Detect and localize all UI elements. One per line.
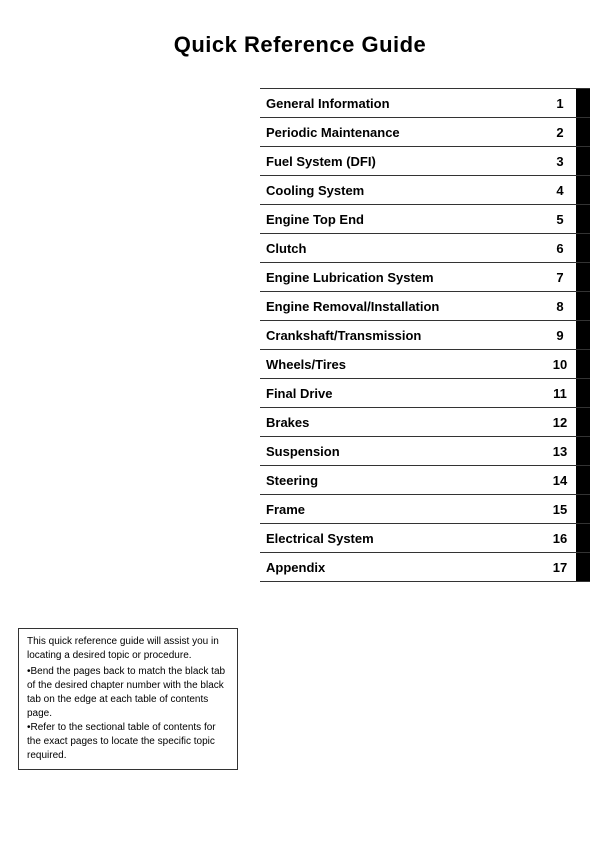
- note-box: This quick reference guide will assist y…: [18, 628, 238, 770]
- toc-number: 15: [548, 502, 576, 517]
- toc-number: 5: [548, 212, 576, 227]
- toc-number: 4: [548, 183, 576, 198]
- toc-row[interactable]: Engine Removal/Installation8: [260, 291, 590, 320]
- toc-tab: [576, 408, 590, 436]
- toc-tab: [576, 89, 590, 117]
- toc-number: 1: [548, 96, 576, 111]
- toc-row[interactable]: General Information1: [260, 88, 590, 117]
- toc-number: 9: [548, 328, 576, 343]
- toc-number: 16: [548, 531, 576, 546]
- toc-tab: [576, 176, 590, 204]
- toc-label: Steering: [260, 469, 548, 492]
- toc-label: Brakes: [260, 411, 548, 434]
- toc-tab: [576, 292, 590, 320]
- toc-label: Final Drive: [260, 382, 548, 405]
- toc-label: Engine Top End: [260, 208, 548, 231]
- toc-label: Frame: [260, 498, 548, 521]
- toc-number: 14: [548, 473, 576, 488]
- toc-label: General Information: [260, 92, 548, 115]
- toc-row[interactable]: Cooling System4: [260, 175, 590, 204]
- toc-tab: [576, 553, 590, 581]
- toc-container: General Information1Periodic Maintenance…: [260, 88, 590, 582]
- toc-row[interactable]: Wheels/Tires10: [260, 349, 590, 378]
- toc-label: Electrical System: [260, 527, 548, 550]
- toc-label: Engine Lubrication System: [260, 266, 548, 289]
- toc-row[interactable]: Engine Top End5: [260, 204, 590, 233]
- toc-row[interactable]: Final Drive11: [260, 378, 590, 407]
- toc-number: 13: [548, 444, 576, 459]
- toc-tab: [576, 234, 590, 262]
- toc-tab: [576, 263, 590, 291]
- toc-number: 17: [548, 560, 576, 575]
- toc-row[interactable]: Steering14: [260, 465, 590, 494]
- toc-row[interactable]: Appendix17: [260, 552, 590, 582]
- toc-tab: [576, 118, 590, 146]
- toc-row[interactable]: Suspension13: [260, 436, 590, 465]
- toc-tab: [576, 379, 590, 407]
- toc-row[interactable]: Crankshaft/Transmission9: [260, 320, 590, 349]
- toc-number: 3: [548, 154, 576, 169]
- toc-tab: [576, 524, 590, 552]
- toc-tab: [576, 321, 590, 349]
- toc-tab: [576, 205, 590, 233]
- toc-tab: [576, 350, 590, 378]
- toc-row[interactable]: Periodic Maintenance2: [260, 117, 590, 146]
- toc-label: Cooling System: [260, 179, 548, 202]
- toc-label: Suspension: [260, 440, 548, 463]
- toc-label: Engine Removal/Installation: [260, 295, 548, 318]
- toc-number: 8: [548, 299, 576, 314]
- note-line1: This quick reference guide will assist y…: [27, 635, 229, 663]
- toc-tab: [576, 437, 590, 465]
- toc-label: Periodic Maintenance: [260, 121, 548, 144]
- toc-tab: [576, 495, 590, 523]
- page-title: Quick Reference Guide: [0, 0, 600, 76]
- toc-row[interactable]: Brakes12: [260, 407, 590, 436]
- toc-tab: [576, 147, 590, 175]
- toc-tab: [576, 466, 590, 494]
- toc-row[interactable]: Fuel System (DFI)3: [260, 146, 590, 175]
- note-bullet1: •Bend the pages back to match the black …: [27, 665, 229, 721]
- toc-label: Appendix: [260, 556, 548, 579]
- toc-row[interactable]: Engine Lubrication System7: [260, 262, 590, 291]
- toc-number: 10: [548, 357, 576, 372]
- toc-number: 11: [548, 386, 576, 401]
- toc-label: Crankshaft/Transmission: [260, 324, 548, 347]
- toc-number: 2: [548, 125, 576, 140]
- toc-row[interactable]: Electrical System16: [260, 523, 590, 552]
- toc-number: 12: [548, 415, 576, 430]
- toc-number: 6: [548, 241, 576, 256]
- toc-label: Wheels/Tires: [260, 353, 548, 376]
- toc-label: Clutch: [260, 237, 548, 260]
- note-bullet2: •Refer to the sectional table of content…: [27, 721, 229, 763]
- toc-label: Fuel System (DFI): [260, 150, 548, 173]
- toc-row[interactable]: Frame15: [260, 494, 590, 523]
- toc-row[interactable]: Clutch6: [260, 233, 590, 262]
- toc-number: 7: [548, 270, 576, 285]
